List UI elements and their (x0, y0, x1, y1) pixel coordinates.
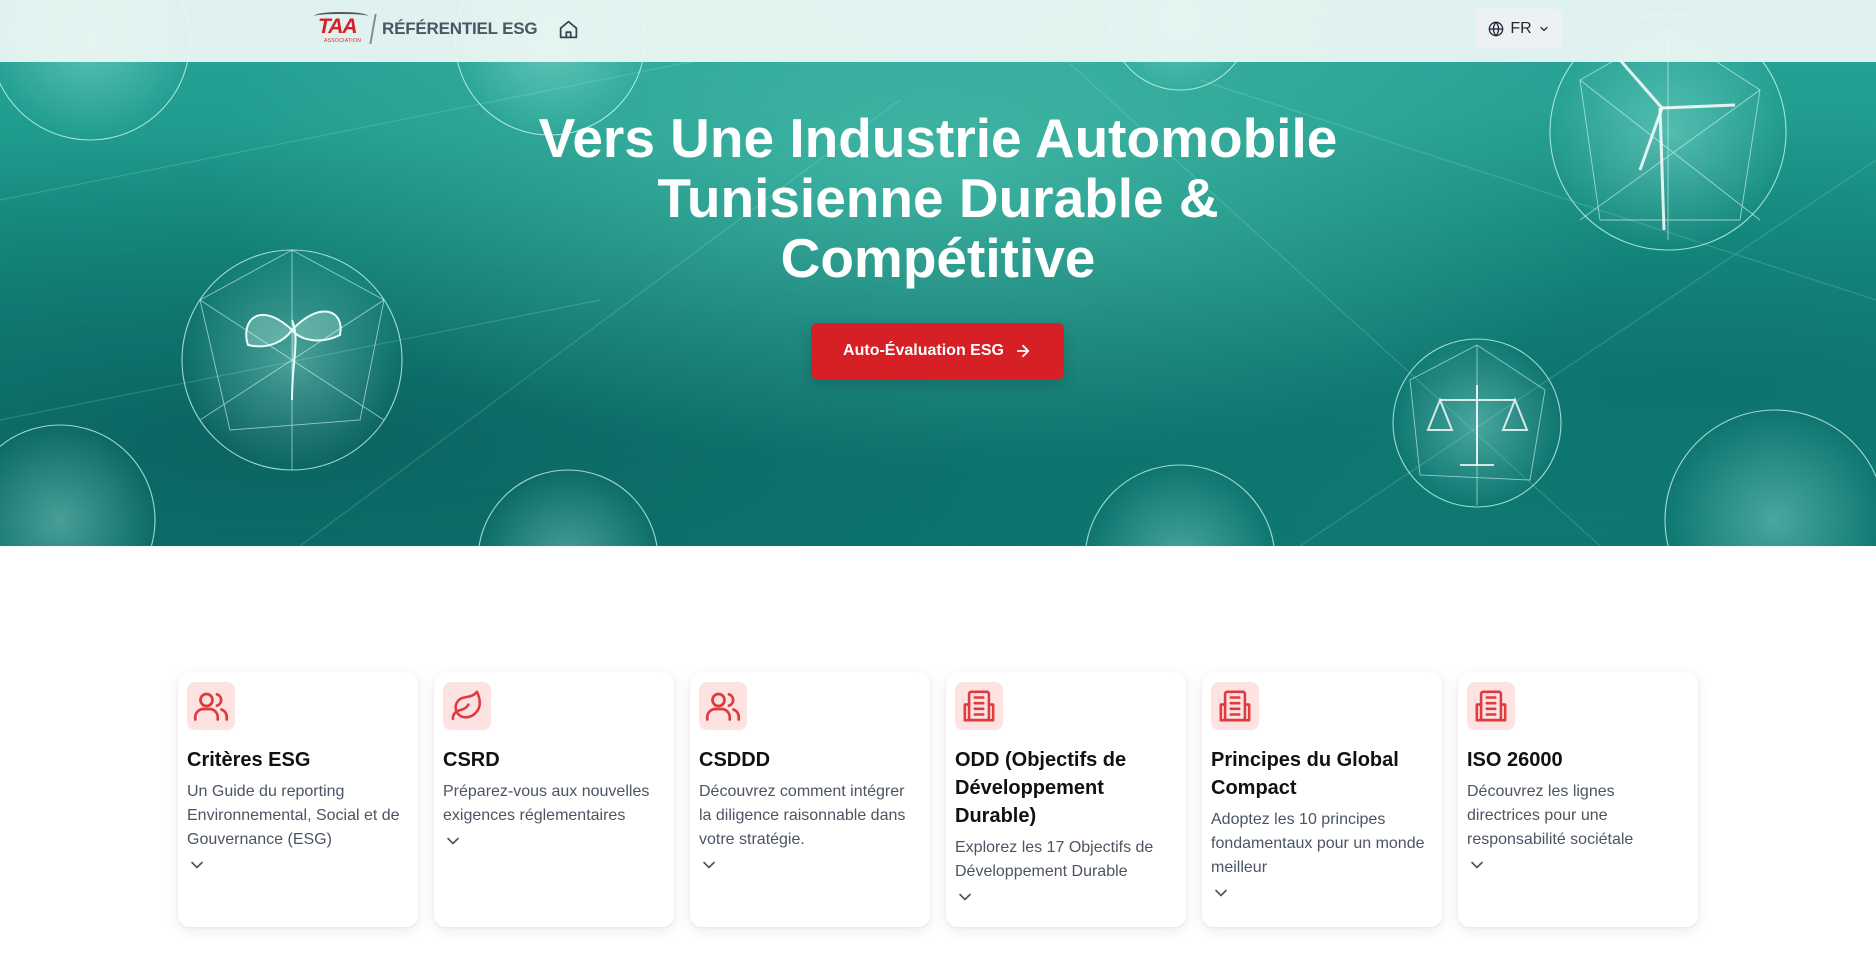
building-icon (963, 690, 995, 722)
users-icon (705, 692, 741, 721)
card-icon-container (1211, 682, 1259, 730)
card-title: CSRD (443, 749, 500, 771)
home-button[interactable] (556, 17, 580, 41)
globe-icon (1488, 21, 1504, 37)
card-title: CSDDD (699, 749, 771, 771)
chevron-down-icon[interactable] (1211, 886, 1231, 900)
chevron-down-icon[interactable] (443, 834, 463, 848)
chevron-down-icon[interactable] (955, 890, 975, 904)
taa-logo[interactable]: TAA ASSOCIATION RÉFÉRENTIEL ESG (314, 12, 538, 46)
logo-text: RÉFÉRENTIEL ESG (382, 19, 538, 38)
hero-banner: Vers Une Industrie Automobile Tunisienne… (0, 0, 1876, 546)
leaf-icon (451, 690, 482, 721)
card-icon-container (699, 682, 747, 730)
chevron-down-icon (1540, 26, 1548, 32)
card-icon-container (443, 682, 491, 730)
card-iso-26000[interactable]: ISO 26000 Découvrez les lignes directric… (1458, 672, 1698, 927)
card-description: Découvrez les lignes directrices pour un… (1467, 783, 1634, 848)
card-icon-container (187, 682, 235, 730)
logo-mark-text: TAA (318, 15, 358, 38)
card-title: Principes du Global Compact (1211, 749, 1399, 799)
card-title: ODD (Objectifs de Développement Durable) (955, 749, 1127, 827)
chevron-down-icon[interactable] (187, 858, 207, 872)
card-icon-container (1467, 682, 1515, 730)
building-icon (1219, 690, 1251, 722)
top-navigation: TAA ASSOCIATION RÉFÉRENTIEL ESG FR (0, 0, 1876, 62)
card-description: Adoptez les 10 principes fondamentaux po… (1211, 811, 1425, 876)
logo-separator (369, 14, 377, 44)
chevron-down-icon[interactable] (1467, 858, 1487, 872)
language-label: FR (1510, 20, 1532, 37)
hero-title: Vers Une Industrie Automobile Tunisienne… (538, 107, 1338, 289)
logo-assoc-text: ASSOCIATION (324, 38, 362, 44)
cta-label: Auto-Évaluation ESG (843, 342, 1004, 359)
arrow-right-icon (1016, 344, 1030, 358)
card-title: ISO 26000 (1467, 749, 1563, 771)
card-description: Préparez-vous aux nouvelles exigences ré… (443, 783, 650, 824)
card-global-compact[interactable]: Principes du Global Compact Adoptez les … (1202, 672, 1442, 927)
home-icon (559, 20, 577, 38)
card-description: Explorez les 17 Objectifs de Développeme… (955, 839, 1154, 880)
auto-evaluation-button[interactable]: Auto-Évaluation ESG (811, 323, 1064, 379)
card-title: Critères ESG (187, 749, 311, 771)
card-description: Découvrez comment intégrer la diligence … (699, 783, 906, 848)
framework-cards: Critères ESG Un Guide du reporting Envir… (178, 672, 1698, 927)
building-icon (1475, 690, 1507, 722)
card-description: Un Guide du reporting Environnemental, S… (187, 783, 400, 848)
card-csrd[interactable]: CSRD Préparez-vous aux nouvelles exigenc… (434, 672, 674, 927)
users-icon (193, 692, 229, 721)
card-odd[interactable]: ODD (Objectifs de Développement Durable)… (946, 672, 1186, 927)
language-selector[interactable]: FR (1476, 9, 1562, 49)
card-icon-container (955, 682, 1003, 730)
card-csddd[interactable]: CSDDD Découvrez comment intégrer la dili… (690, 672, 930, 927)
card-criteres-esg[interactable]: Critères ESG Un Guide du reporting Envir… (178, 672, 418, 927)
taa-logo-mark: TAA ASSOCIATION (314, 12, 368, 46)
chevron-down-icon[interactable] (699, 858, 719, 872)
